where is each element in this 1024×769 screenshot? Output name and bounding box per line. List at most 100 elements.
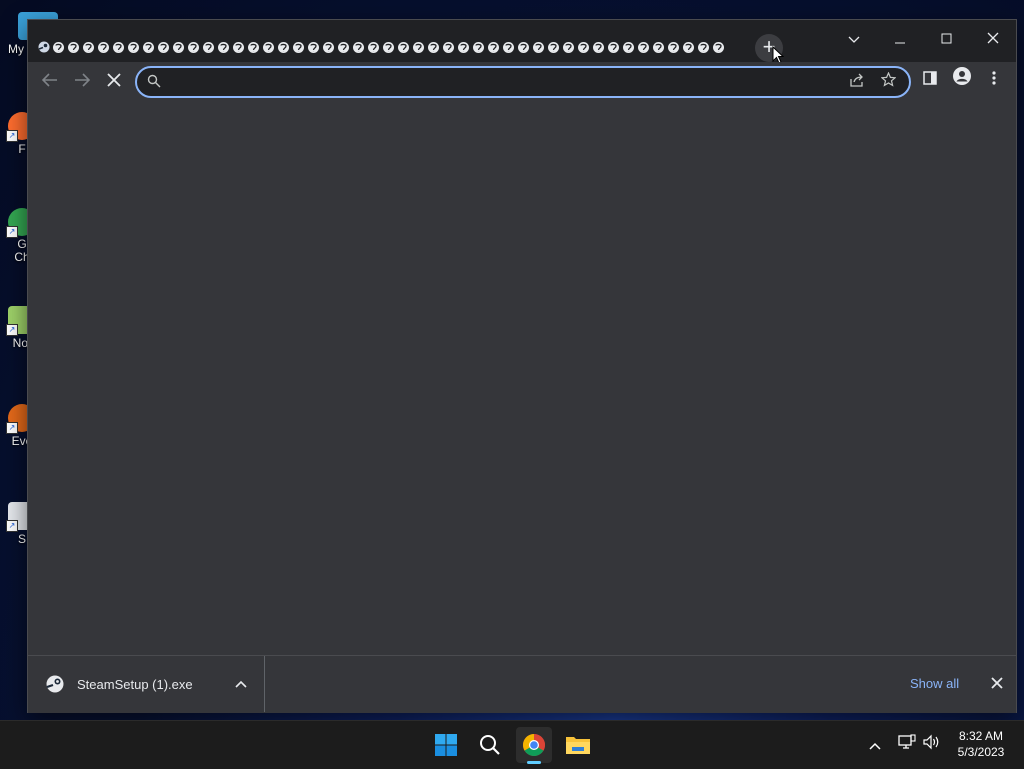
tab-item[interactable] [531,37,546,57]
volume-button[interactable] [920,733,942,757]
globe-icon [143,41,154,53]
download-item[interactable]: SteamSetup (1).exe [28,656,265,712]
tab-item[interactable] [696,37,711,57]
globe-icon [668,41,679,53]
chrome-taskbar-button[interactable] [516,727,552,764]
tab-item[interactable] [681,37,696,57]
tab-item[interactable] [336,37,351,57]
close-window-button[interactable] [973,24,1013,54]
tab-item[interactable] [231,37,246,57]
tab-item[interactable] [261,37,276,57]
chevron-down-icon [848,36,860,43]
tab-item[interactable] [201,37,216,57]
maximize-button[interactable] [926,24,966,54]
tab-item[interactable] [396,37,411,57]
globe-icon [353,41,364,53]
steam-icon [38,41,49,53]
tab-item[interactable] [501,37,516,57]
share-button[interactable] [845,71,867,93]
tab-item[interactable] [66,37,81,57]
globe-icon [698,41,709,53]
tab-item[interactable] [486,37,501,57]
network-button[interactable] [896,733,918,757]
stop-loading-button[interactable] [100,67,128,95]
tab-item[interactable] [411,37,426,57]
address-input[interactable] [169,71,813,93]
start-button[interactable] [428,727,464,763]
clock[interactable]: 8:32 AM 5/3/2023 [948,728,1014,760]
globe-icon [473,41,484,53]
tab-item[interactable] [96,37,111,57]
tab-item[interactable] [711,37,726,57]
chrome-icon [523,734,545,756]
globe-icon [548,41,559,53]
back-button[interactable] [36,67,64,95]
tab-item[interactable] [306,37,321,57]
more-vertical-icon [992,71,996,85]
search-icon [147,74,161,88]
tab-item[interactable] [381,37,396,57]
close-icon [987,32,999,44]
tab-item[interactable] [276,37,291,57]
tab-item[interactable] [126,37,141,57]
tab-item[interactable] [171,37,186,57]
globe-icon [293,41,304,53]
chevron-up-icon [869,742,881,750]
tab-item[interactable] [651,37,666,57]
file-explorer-button[interactable] [560,727,596,763]
globe-icon [428,41,439,53]
clock-time: 8:32 AM [958,729,1004,743]
globe-icon [458,41,469,53]
tab-item[interactable] [441,37,456,57]
tab-steam-favicon[interactable] [36,37,51,57]
download-options-button[interactable] [231,672,251,696]
tab-item[interactable] [666,37,681,57]
globe-icon [113,41,124,53]
tab-item[interactable] [591,37,606,57]
forward-button[interactable] [68,67,96,95]
show-hidden-icons-button[interactable] [864,733,886,757]
tab-item[interactable] [156,37,171,57]
tab-item[interactable] [546,37,561,57]
tab-item[interactable] [51,37,66,57]
address-bar[interactable] [135,66,911,98]
tab-item[interactable] [621,37,636,57]
tab-strip [36,36,726,58]
tab-item[interactable] [426,37,441,57]
tab-item[interactable] [456,37,471,57]
tab-item[interactable] [576,37,591,57]
tab-item[interactable] [561,37,576,57]
search-icon [480,735,500,755]
tab-item[interactable] [246,37,261,57]
tab-item[interactable] [321,37,336,57]
chevron-up-icon [235,680,247,688]
globe-icon [443,41,454,53]
close-download-shelf-button[interactable] [986,672,1008,694]
profile-button[interactable] [948,67,976,95]
tab-item[interactable] [141,37,156,57]
tab-item[interactable] [516,37,531,57]
globe-icon [533,41,544,53]
search-button[interactable] [472,727,508,763]
tab-item[interactable] [351,37,366,57]
tab-item[interactable] [636,37,651,57]
tab-search-button[interactable] [834,24,874,54]
title-bar[interactable]: + [28,20,1016,64]
tab-item[interactable] [291,37,306,57]
close-icon [107,73,121,87]
tab-item[interactable] [111,37,126,57]
tab-item[interactable] [366,37,381,57]
tab-item[interactable] [186,37,201,57]
tab-item[interactable] [81,37,96,57]
tab-item[interactable] [606,37,621,57]
bookmark-button[interactable] [877,71,899,93]
show-all-downloads-link[interactable]: Show all [910,676,959,691]
menu-button[interactable] [980,67,1008,95]
tab-item[interactable] [216,37,231,57]
tab-item[interactable] [471,37,486,57]
minimize-button[interactable] [880,24,920,54]
globe-icon [233,41,244,53]
globe-icon [563,41,574,53]
page-content[interactable] [28,100,1016,654]
side-panel-button[interactable] [916,67,944,95]
